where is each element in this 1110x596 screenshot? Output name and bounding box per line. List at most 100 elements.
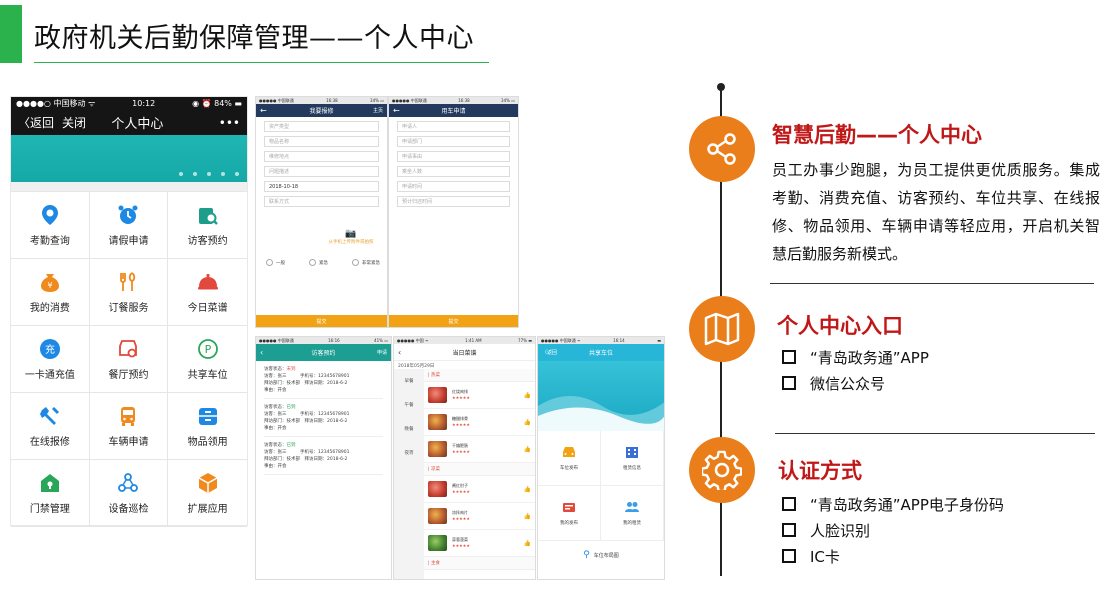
wave-banner [538,361,664,431]
home-link[interactable]: 主页 [373,107,383,114]
back-button[interactable]: 〈返回 [18,114,54,131]
form-input[interactable]: 问题描述 [264,166,379,177]
submit-button[interactable]: 提交 [389,315,518,327]
battery-status: ◉ ⏰ 84% ▬ [192,99,242,108]
form-input[interactable]: 申请部门 [397,136,510,147]
app-tile[interactable]: 门禁管理 [11,460,90,527]
urgency-radio[interactable]: 紧急 [309,259,328,266]
visitor-nav: ‹ 访客预约 申请 [256,344,391,361]
thumbs-up-icon[interactable]: 👍 [524,446,531,453]
upload-attachment[interactable]: 📷 从手机上传附件或拍照 [316,229,386,245]
app-tile[interactable]: 访客预约 [168,192,247,259]
banner-carousel[interactable] [11,135,247,182]
phone-title: 个人中心 [111,117,164,132]
form-input[interactable]: 物品名称 [264,136,379,147]
urgency-radio[interactable]: 一般 [266,259,285,266]
form-input[interactable]: 预计归还时间 [397,196,510,207]
form-input[interactable]: 申请事由 [397,151,510,162]
dish-item[interactable]: 干煸肥肠 ★★★★★ 👍 [424,436,535,463]
meal-tab[interactable]: 午餐 [394,393,424,417]
app-tile[interactable]: 充 一卡通充值 [11,326,90,393]
visitor-record[interactable]: 访客状态：未到 访客：张三 手机号：12345678901 拜访部门：技术部 拜… [264,366,383,399]
visitor-info: 事由：开会 [264,426,287,431]
app-tile[interactable]: ¥ 我的消费 [11,259,90,326]
visitor-info: 访客：张三 手机号：12345678901 [264,412,350,417]
visitor-search-icon [197,204,219,226]
dish-item[interactable]: 糖醋排骨 ★★★★★ 👍 [424,409,535,436]
app-tile[interactable]: 物品领用 [168,393,247,460]
dish-item[interactable]: 凉拌肉片 ★★★★★ 👍 [424,503,535,530]
form-input[interactable]: 申请时间 [397,181,510,192]
carousel-dot[interactable] [179,172,183,176]
meal-tab[interactable]: 夜宵 [394,441,424,465]
close-button[interactable]: 关闭 [62,114,86,131]
divider [770,283,1094,284]
app-tile[interactable]: 考勤查询 [11,192,90,259]
urgency-radio[interactable]: 非常紧急 [352,259,380,266]
back-arrow-icon[interactable]: ‹ [260,348,263,357]
dish-text: 干煸肥肠 ★★★★★ [452,443,519,455]
form-input[interactable]: 维修地点 [264,151,379,162]
battery-status: 34% ▭ [370,98,384,103]
thumbs-up-icon[interactable]: 👍 [524,513,531,520]
thumbs-up-icon[interactable]: 👍 [524,540,531,547]
dish-item[interactable]: 蒜蓉菠菜 ★★★★★ 👍 [424,530,535,557]
carousel-dot[interactable] [193,172,197,176]
app-tile[interactable]: 今日菜谱 [168,259,247,326]
back-button[interactable]: 〈返回 [542,349,557,356]
parking-tile[interactable]: 我的租赁 [601,486,664,541]
thumbs-up-icon[interactable]: 👍 [524,419,531,426]
app-tile-label: 共享车位 [187,369,228,381]
app-tile[interactable]: 请假申请 [89,192,169,259]
meal-tab[interactable]: 晚餐 [394,417,424,441]
back-arrow-icon[interactable]: ‹ [398,348,401,357]
carousel-dot[interactable] [207,172,211,176]
bus-icon [117,405,139,427]
app-tile[interactable]: 订餐服务 [89,259,169,326]
form-input[interactable]: 联系方式 [264,196,379,207]
status-bar: ●●●●● 中国联通 16:38 34% ▭ [389,97,518,104]
apply-link[interactable]: 申请 [377,349,387,356]
visitor-info: 拜访部门：技术部 拜访日期：2018-6-2 [264,457,348,462]
app-tile[interactable]: 餐厅预约 [89,326,169,393]
app-tile[interactable]: 扩展应用 [168,460,247,527]
dish-text: 蒜蓉菠菜 ★★★★★ [452,537,519,549]
submit-button[interactable]: 提交 [256,315,387,327]
app-tile[interactable]: 设备巡检 [89,460,169,527]
app-tile-label: 车辆申请 [108,436,149,448]
status-time: 16:38 [326,98,338,103]
visitor-record[interactable]: 访客状态：已到 访客：张三 手机号：12345678901 拜访部门：技术部 拜… [264,404,383,437]
back-arrow-icon[interactable]: ← [393,106,400,115]
menu-screen: ●●●●● 中国 ᯤ 1:41 AM 77% ▬ ‹ 当日菜谱 2018年05月… [393,336,536,580]
app-tile[interactable]: 车辆申请 [89,393,169,460]
form-input[interactable]: 申请人 [397,121,510,132]
dish-text: 凉拌肉片 ★★★★★ [452,510,519,522]
form-input[interactable]: 资产类型 [264,121,379,132]
parking-icon: P [197,338,219,360]
parking-tile[interactable]: 车位发布 [538,431,601,486]
dish-item[interactable]: 酱红肘子 ★★★★★ 👍 [424,476,535,503]
food-dome-icon [197,271,219,293]
carousel-dot[interactable] [221,172,225,176]
form-input[interactable]: 乘坐人数 [397,166,510,177]
form-input[interactable]: 2018-10-18 [264,181,379,192]
dish-item[interactable]: 红烧肉排 ★★★★★ 👍 [424,382,535,409]
rating-stars: ★★★★★ [452,489,470,494]
back-arrow-icon[interactable]: ← [260,106,267,115]
app-tile[interactable]: 在线报修 [11,393,90,460]
parking-tile[interactable]: 我的发布 [538,486,601,541]
parking-tile[interactable]: 租赁信息 [601,431,664,486]
app-tile[interactable]: P 共享车位 [168,326,247,393]
app-tile-label: 物品领用 [187,436,228,448]
status-bar: ●●●●● 中国联通 ᯤ 16:14 ▬ [538,337,664,344]
thumbs-up-icon[interactable]: 👍 [524,392,531,399]
dish-category: | 凉菜 [424,463,535,476]
carousel-dot[interactable] [235,172,239,176]
more-menu-button[interactable]: ••• [219,116,240,130]
parking-layout-button[interactable]: ⚲ 车位布局图 [538,541,664,569]
meal-tab[interactable]: 早餐 [394,369,424,393]
status-badge: 未到 [286,367,296,372]
visitor-record[interactable]: 访客状态：已到 访客：张三 手机号：12345678901 拜访部门：技术部 拜… [264,442,383,475]
thumbs-up-icon[interactable]: 👍 [524,486,531,493]
share-icon-circle [689,116,755,182]
